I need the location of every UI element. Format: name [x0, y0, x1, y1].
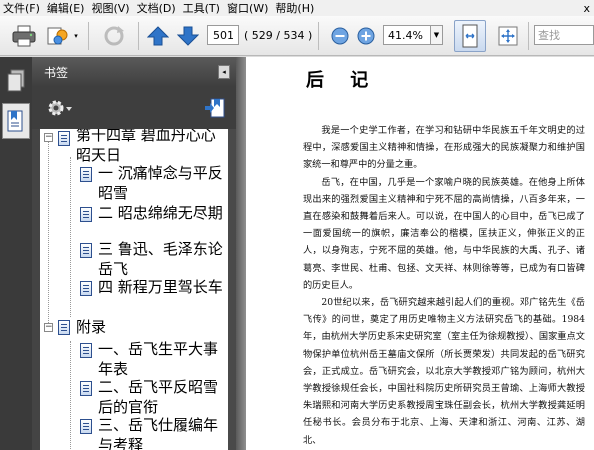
navigation-pane-strip: [0, 57, 32, 450]
bookmarks-title: 书签: [44, 65, 69, 80]
pages-icon: [7, 69, 25, 92]
page-title: 后 记: [306, 70, 379, 91]
bookmark-item[interactable]: 一、岳飞生平大事年表: [98, 339, 226, 379]
bookmark-scrollbar[interactable]: [228, 129, 236, 450]
bookmark-page-icon: [58, 320, 70, 335]
toolbar-separator: [528, 22, 529, 50]
menu-bar: 文件(F) 编辑(E) 视图(V) 文档(D) 工具(T) 窗口(W) 帮助(H…: [0, 0, 594, 16]
bookmarks-panel-button[interactable]: [2, 103, 30, 139]
bookmark-item[interactable]: 三 鲁迅、毛泽东论岳飞: [98, 239, 226, 279]
menu-window[interactable]: 窗口(W): [224, 0, 272, 16]
bookmark-item[interactable]: 三、岳飞仕履编年与考释: [98, 415, 226, 450]
fit-page-icon: [462, 24, 478, 48]
zoom-in-icon[interactable]: [356, 26, 376, 46]
menu-help[interactable]: 帮助(H): [272, 0, 318, 16]
next-page-icon[interactable]: [176, 24, 200, 48]
bookmark-item[interactable]: 第十四章 碧血丹心心昭天日: [76, 129, 226, 165]
tree-collapse-toggle[interactable]: −: [44, 133, 53, 142]
bookmark-page-icon: [80, 243, 92, 258]
collapse-panel-button[interactable]: ◂: [218, 65, 230, 79]
sync-icon[interactable]: [100, 22, 128, 50]
menu-tools[interactable]: 工具(T): [180, 0, 224, 16]
print-icon[interactable]: [10, 22, 38, 50]
page-count: ( 529 / 534 ): [244, 28, 313, 42]
paragraph: 20世纪以来，岳飞研究越来越引起人们的重视。邓广铭先生《岳飞传》的问世，奠定了用…: [303, 297, 585, 446]
bookmark-page-icon: [58, 131, 70, 146]
previous-page-icon[interactable]: [146, 24, 170, 48]
bookmark-page-icon: [80, 343, 92, 358]
tree-line: [48, 133, 49, 323]
paragraph: 岳飞，在中国，几乎是一个家喻户晓的民族英雄。在他身上所体现出来的强烈爱国主义精神…: [303, 176, 585, 291]
bookmark-item[interactable]: 二 昭忠绵绵无尽期: [98, 203, 226, 223]
bookmark-page-icon: [80, 281, 92, 296]
tree-line: [70, 341, 71, 450]
zoom-out-icon[interactable]: [330, 26, 350, 46]
bookmarks-toolbar: [32, 87, 236, 129]
collaborate-dropdown-icon[interactable]: ▾: [72, 30, 80, 42]
close-document-button[interactable]: x: [583, 2, 594, 15]
bookmark-icon: [7, 110, 23, 132]
menu-document[interactable]: 文档(D): [134, 0, 180, 16]
page-body: 我是一个史学工作者，在学习和钻研中华民族五千年文明史的过程中，深感爱国主义精神和…: [303, 122, 585, 449]
menu-edit[interactable]: 编辑(E): [44, 0, 89, 16]
bookmark-item[interactable]: 四 新程万里驾长车: [98, 277, 226, 297]
toolbar-separator: [138, 22, 139, 50]
pages-panel-button[interactable]: [2, 63, 30, 99]
fit-page-button[interactable]: [454, 20, 486, 52]
bookmark-item[interactable]: 附录: [76, 317, 226, 337]
collaborate-icon[interactable]: [44, 22, 72, 50]
tree-collapse-toggle[interactable]: −: [44, 323, 53, 332]
new-bookmark-icon[interactable]: [204, 97, 228, 119]
bookmark-tree: − 第十四章 碧血丹心心昭天日 一 沉痛悼念与平反昭雪 二 昭忠绵绵无尽期 三 …: [40, 129, 228, 450]
bookmarks-header: 书签 ◂: [32, 57, 236, 87]
bookmark-page-icon: [80, 207, 92, 222]
paragraph: 我是一个史学工作者，在学习和钻研中华民族五千年文明史的过程中，深感爱国主义精神和…: [303, 125, 585, 171]
bookmarks-panel: 书签 ◂ − 第十四章 碧血丹心心昭天日 一 沉痛悼念与平反昭雪 二 昭忠绵绵无…: [32, 57, 236, 450]
menu-file[interactable]: 文件(F): [0, 0, 44, 16]
bookmark-item[interactable]: 二、岳飞平反昭雪后的官衔: [98, 377, 226, 417]
bookmark-item[interactable]: 一 沉痛悼念与平反昭雪: [98, 163, 226, 203]
toolbar: ▾ 501 ( 529 / 534 ) 41.4% ▼ 查找: [0, 16, 594, 56]
search-input[interactable]: 查找: [534, 25, 594, 45]
toolbar-separator: [318, 22, 319, 50]
full-screen-icon[interactable]: [494, 22, 522, 50]
bookmark-page-icon: [80, 167, 92, 182]
options-gear-icon[interactable]: [46, 97, 74, 119]
menu-view[interactable]: 视图(V): [88, 0, 133, 16]
zoom-dropdown-icon[interactable]: ▼: [431, 25, 443, 45]
panel-splitter[interactable]: [236, 57, 246, 450]
bookmark-page-icon: [80, 381, 92, 396]
bookmark-page-icon: [80, 419, 92, 434]
page-number-input[interactable]: 501: [207, 25, 239, 45]
zoom-level-input[interactable]: 41.4%: [383, 25, 431, 45]
tree-line: [70, 157, 71, 317]
toolbar-separator: [88, 22, 89, 50]
